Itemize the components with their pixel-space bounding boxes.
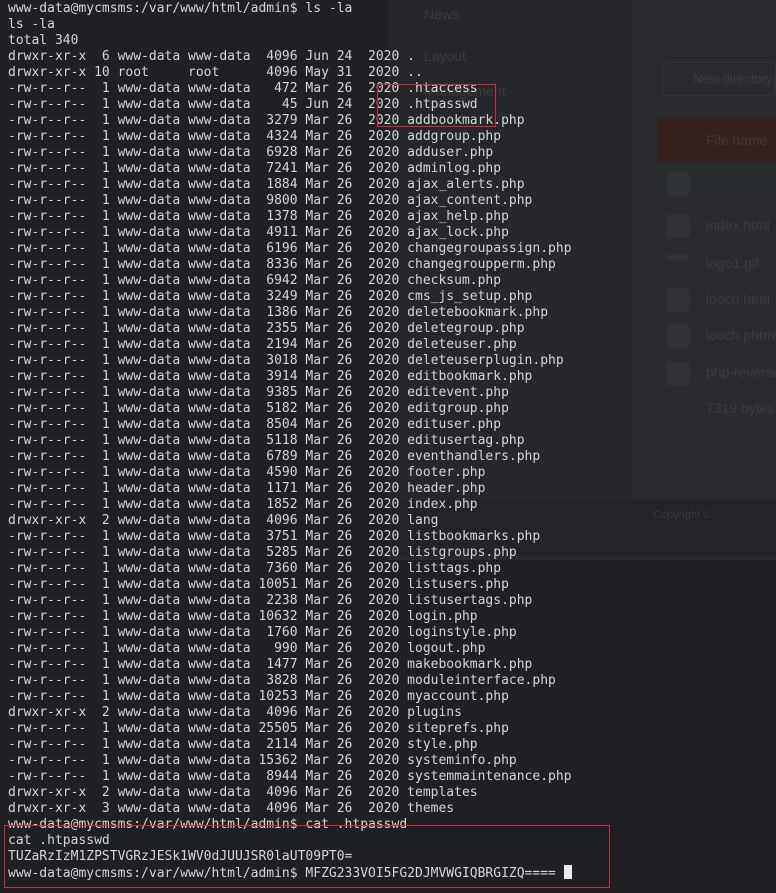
terminal-line: -rw-r--r-- 1 www-data www-data 5285 Mar … — [8, 545, 517, 560]
terminal-line: -rw-r--r-- 1 www-data www-data 1852 Mar … — [8, 497, 478, 512]
terminal-line: -rw-r--r-- 1 www-data www-data 10632 Mar… — [8, 609, 478, 624]
terminal-line: drwxr-xr-x 2 www-data www-data 4096 Mar … — [8, 705, 462, 720]
terminal-line: drwxr-xr-x 2 www-data www-data 4096 Mar … — [8, 513, 439, 528]
terminal-line: -rw-r--r-- 1 www-data www-data 1477 Mar … — [8, 657, 533, 672]
terminal-line: -rw-r--r-- 1 www-data www-data 1378 Mar … — [8, 209, 509, 224]
terminal-line: -rw-r--r-- 1 www-data www-data 6942 Mar … — [8, 273, 502, 288]
terminal-line: -rw-r--r-- 1 www-data www-data 2355 Mar … — [8, 321, 525, 336]
terminal-line: -rw-r--r-- 1 www-data www-data 990 Mar 2… — [8, 641, 486, 656]
terminal-line: -rw-r--r-- 1 www-data www-data 4911 Mar … — [8, 225, 509, 240]
terminal-line: -rw-r--r-- 1 www-data www-data 8336 Mar … — [8, 257, 556, 272]
terminal-line: www-data@mycmsms:/var/www/html/admin$ ls… — [8, 1, 353, 16]
terminal-line: -rw-r--r-- 1 www-data www-data 7360 Mar … — [8, 561, 502, 576]
terminal-line: -rw-r--r-- 1 www-data www-data 1760 Mar … — [8, 625, 517, 640]
terminal-line: -rw-r--r-- 1 www-data www-data 4590 Mar … — [8, 465, 486, 480]
terminal-line: -rw-r--r-- 1 www-data www-data 3249 Mar … — [8, 289, 533, 304]
terminal-line: -rw-r--r-- 1 www-data www-data 8504 Mar … — [8, 417, 502, 432]
terminal-line: -rw-r--r-- 1 www-data www-data 2114 Mar … — [8, 737, 478, 752]
terminal-line: -rw-r--r-- 1 www-data www-data 5118 Mar … — [8, 433, 525, 448]
terminal-line: -rw-r--r-- 1 www-data www-data 2238 Mar … — [8, 593, 533, 608]
terminal-line: drwxr-xr-x 3 www-data www-data 4096 Mar … — [8, 801, 455, 816]
terminal-line: -rw-r--r-- 1 www-data www-data 9385 Mar … — [8, 385, 509, 400]
terminal-line: -rw-r--r-- 1 www-data www-data 15362 Mar… — [8, 753, 517, 768]
terminal-line: -rw-r--r-- 1 www-data www-data 7241 Mar … — [8, 161, 502, 176]
terminal-line: -rw-r--r-- 1 www-data www-data 10051 Mar… — [8, 577, 509, 592]
htpasswd-output-highlight — [4, 825, 610, 888]
terminal-line: drwxr-xr-x 6 www-data www-data 4096 Jun … — [8, 49, 415, 64]
terminal-line: -rw-r--r-- 1 www-data www-data 3018 Mar … — [8, 353, 564, 368]
terminal-line: -rw-r--r-- 1 www-data www-data 3828 Mar … — [8, 673, 556, 688]
terminal-line: -rw-r--r-- 1 www-data www-data 1884 Mar … — [8, 177, 525, 192]
terminal-line: ls -la — [8, 17, 55, 32]
terminal-line: -rw-r--r-- 1 www-data www-data 8944 Mar … — [8, 769, 572, 784]
terminal-line: -rw-r--r-- 1 www-data www-data 3914 Mar … — [8, 369, 533, 384]
terminal-line: -rw-r--r-- 1 www-data www-data 5182 Mar … — [8, 401, 509, 416]
terminal-line: -rw-r--r-- 1 www-data www-data 6196 Mar … — [8, 241, 572, 256]
terminal-line: -rw-r--r-- 1 www-data www-data 10253 Mar… — [8, 689, 509, 704]
terminal-line: drwxr-xr-x 10 root root 4096 May 31 2020… — [8, 65, 423, 80]
terminal-line: -rw-r--r-- 1 www-data www-data 1386 Mar … — [8, 305, 549, 320]
terminal-line: -rw-r--r-- 1 www-data www-data 6789 Mar … — [8, 449, 541, 464]
terminal-line: -rw-r--r-- 1 www-data www-data 9800 Mar … — [8, 193, 533, 208]
terminal-line: drwxr-xr-x 2 www-data www-data 4096 Mar … — [8, 785, 478, 800]
terminal-line: -rw-r--r-- 1 www-data www-data 1171 Mar … — [8, 481, 486, 496]
terminal-output[interactable]: www-data@mycmsms:/var/www/html/admin$ ls… — [0, 0, 776, 893]
htaccess-htpasswd-highlight — [377, 84, 496, 127]
terminal-line: -rw-r--r-- 1 www-data www-data 6928 Mar … — [8, 145, 494, 160]
terminal-line: -rw-r--r-- 1 www-data www-data 4324 Mar … — [8, 129, 502, 144]
terminal-line: total 340 — [8, 33, 79, 48]
terminal-line: -rw-r--r-- 1 www-data www-data 2194 Mar … — [8, 337, 517, 352]
terminal-line: -rw-r--r-- 1 www-data www-data 25505 Mar… — [8, 721, 509, 736]
terminal-line: -rw-r--r-- 1 www-data www-data 3751 Mar … — [8, 529, 541, 544]
